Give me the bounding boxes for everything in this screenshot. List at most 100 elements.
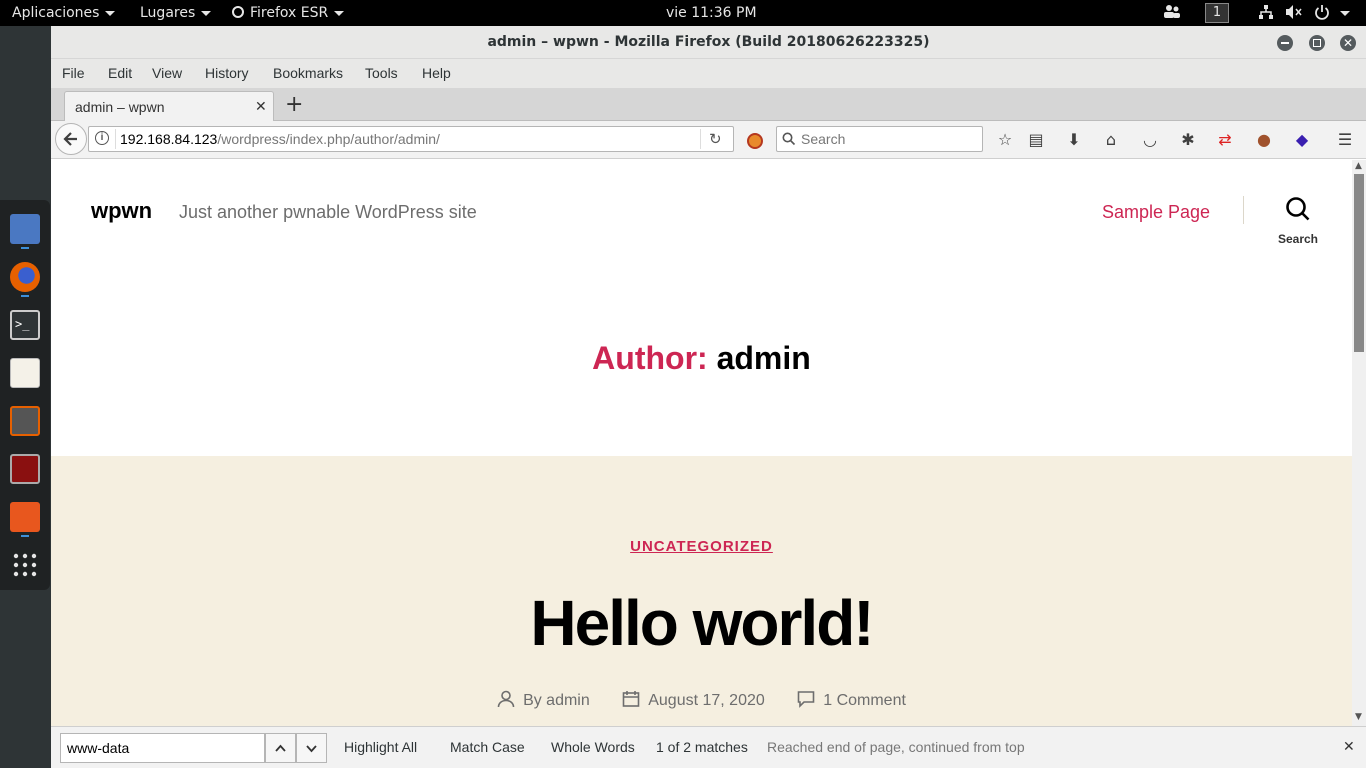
tab-close-icon[interactable]: ✕ [255,98,267,115]
chevron-down-icon [1340,10,1351,16]
close-button[interactable]: ✕ [1340,35,1356,51]
scroll-down-icon[interactable]: ▼ [1355,712,1362,722]
find-input[interactable]: www-data [60,733,265,763]
url-text: 192.168.84.123/wordpress/index.php/autho… [120,131,440,147]
back-button[interactable] [55,123,87,155]
network-icon[interactable] [1258,0,1274,26]
find-close-icon[interactable]: ✕ [1343,738,1355,755]
wappalyzer-icon[interactable]: ✱ [1178,130,1198,150]
scrollbar-thumb[interactable] [1354,174,1364,352]
new-tab-button[interactable]: + [285,92,303,117]
metasploit-icon[interactable] [10,454,40,484]
post-date: August 17, 2020 [622,690,765,710]
title-bar[interactable]: admin – wpwn - Mozilla Firefox (Build 20… [51,26,1366,59]
tab-strip: admin – wpwn ✕ + [51,88,1366,121]
find-status: Reached end of page, continued from top [767,739,1025,755]
highlight-all-toggle[interactable]: Highlight All [344,739,417,755]
search-bar[interactable]: Search [776,126,983,152]
search-icon [782,132,796,146]
window-title: admin – wpwn - Mozilla Firefox (Build 20… [487,34,930,50]
menu-history[interactable]: History [205,65,249,81]
hamburger-menu-icon[interactable]: ☰ [1335,130,1355,150]
applications-menu[interactable]: Aplicaciones [12,0,116,26]
text-editor-icon[interactable] [10,358,40,388]
page-scrollbar[interactable]: ▲ ▼ [1352,160,1366,726]
hackbar-icon[interactable]: ◆ [1292,130,1312,150]
menu-view[interactable]: View [152,65,182,81]
show-applications-icon[interactable] [10,550,40,580]
power-icon[interactable] [1314,0,1351,26]
pocket-icon[interactable]: ◡ [1140,130,1160,150]
url-bar[interactable]: i 192.168.84.123/wordpress/index.php/aut… [88,126,734,152]
post-meta: By admin August 17, 2020 1 Comment [51,690,1352,710]
post-entry: UNCATEGORIZED Hello world! By admin Augu… [51,456,1352,726]
archive-author-name: admin [716,340,811,376]
cookie-icon[interactable]: ● [1254,130,1274,150]
burpsuite-icon[interactable] [10,502,40,532]
match-case-toggle[interactable]: Match Case [450,739,525,755]
post-category-link: UNCATEGORIZED [630,538,773,555]
firefox-window: admin – wpwn - Mozilla Firefox (Build 20… [51,26,1366,768]
search-toggle-button[interactable]: Search [1273,194,1323,246]
menu-help[interactable]: Help [422,65,451,81]
find-bar: www-data Highlight All Match Case Whole … [51,726,1366,768]
terminal-icon[interactable]: >_ [10,310,40,340]
site-description: Just another pwnable WordPress site [179,202,477,222]
menu-bookmarks[interactable]: Bookmarks [273,65,343,81]
post-date-link[interactable]: August 17, 2020 [648,692,765,709]
reload-icon[interactable]: ↻ [709,130,722,148]
site-info-icon[interactable]: i [95,131,109,145]
users-icon[interactable] [1162,0,1182,26]
maximize-button[interactable] [1309,35,1325,51]
home-icon[interactable]: ⌂ [1101,130,1121,150]
chevron-down-icon [105,10,116,16]
search-toggle-label: Search [1277,232,1319,246]
post-comments-link[interactable]: 1 Comment [823,692,906,709]
find-match-count: 1 of 2 matches [656,739,748,755]
workspace-indicator[interactable]: 1 [1205,3,1229,23]
chevron-down-icon [334,10,345,16]
tab-admin-wpwn[interactable]: admin – wpwn ✕ [64,91,274,121]
post-author-link[interactable]: By admin [523,692,590,709]
menu-file[interactable]: File [62,65,85,81]
minimize-icon [1281,42,1289,44]
running-indicator [21,247,29,249]
whole-words-toggle[interactable]: Whole Words [551,739,635,755]
chevron-up-icon [275,744,286,752]
burp-icon[interactable] [10,406,40,436]
volume-muted-icon[interactable] [1285,0,1303,26]
menu-tools[interactable]: Tools [365,65,398,81]
search-placeholder: Search [801,131,846,147]
files-icon[interactable] [10,214,40,244]
running-indicator [21,295,29,297]
downloads-icon[interactable]: ⬇ [1064,130,1084,150]
places-menu[interactable]: Lugares [140,0,212,26]
minimize-button[interactable] [1277,35,1293,51]
app-menu[interactable]: Firefox ESR [232,0,345,26]
firefox-small-icon [232,6,244,18]
chevron-down-icon [306,745,317,753]
maximize-icon [1313,39,1321,47]
find-previous-button[interactable] [265,733,296,763]
chevron-down-icon [201,10,212,16]
post-comments: 1 Comment [797,690,906,710]
find-next-button[interactable] [296,733,327,763]
firefox-icon[interactable] [10,262,40,292]
post-author: By admin [497,690,590,710]
archive-prefix: Author: [592,340,708,376]
noscript-icon[interactable] [745,130,765,150]
tab-label: admin – wpwn [75,99,165,115]
dock: >_ [0,200,50,590]
page-content: wpwn Just another pwnable WordPress site… [51,160,1352,726]
foxyproxy-icon[interactable]: ⇄ [1215,130,1235,150]
clock[interactable]: vie 11:36 PM [666,0,757,26]
reading-list-icon[interactable]: ▤ [1026,130,1046,150]
scroll-up-icon[interactable]: ▲ [1355,161,1362,171]
site-title[interactable]: wpwn [91,198,152,224]
nav-link-sample-page[interactable]: Sample Page [1102,202,1210,223]
menu-edit[interactable]: Edit [108,65,132,81]
bookmark-star-icon[interactable]: ☆ [995,130,1015,150]
comment-icon [797,691,815,708]
calendar-icon [622,691,640,707]
running-indicator [21,535,29,537]
